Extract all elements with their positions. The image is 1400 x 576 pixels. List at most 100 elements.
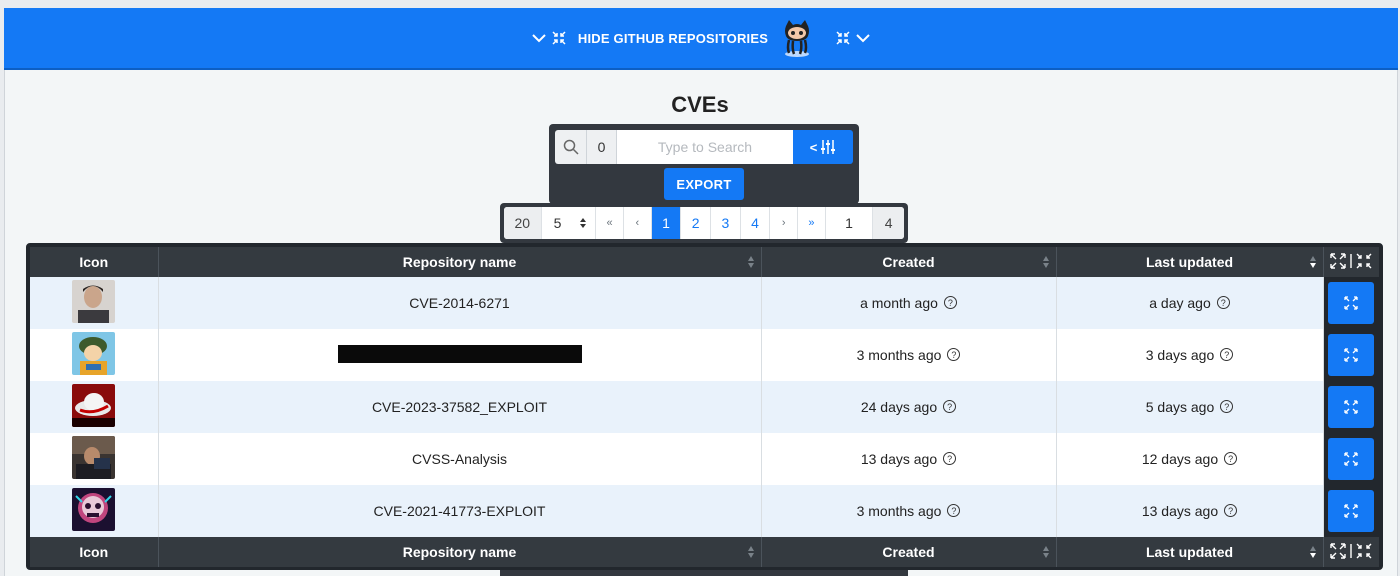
banner-left-icons xyxy=(532,31,566,45)
next-page-button[interactable]: › xyxy=(770,207,799,239)
first-page-button[interactable]: « xyxy=(596,207,624,239)
updated-value: 3 days ago xyxy=(1145,347,1215,363)
help-icon[interactable]: ? xyxy=(947,348,961,361)
repo-name-cell[interactable] xyxy=(158,329,762,381)
footer-expand-all[interactable] xyxy=(1323,537,1379,567)
help-icon[interactable]: ? xyxy=(1224,452,1238,465)
created-cell: 24 days ago? xyxy=(761,381,1057,433)
updated-value: a day ago xyxy=(1149,295,1211,311)
footer-repository-name-label: Repository name xyxy=(402,544,517,560)
header-last-updated-label: Last updated xyxy=(1145,254,1234,270)
rows-per-page: 20 xyxy=(504,207,542,239)
avatar[interactable] xyxy=(72,280,116,323)
chevron-down-icon xyxy=(532,34,546,43)
help-icon[interactable]: ? xyxy=(943,400,957,413)
prev-page-button[interactable]: ‹ xyxy=(624,207,652,239)
created-cell: a month ago? xyxy=(761,277,1057,329)
expand-collapse-all-icon[interactable] xyxy=(1330,252,1372,269)
search-bar: 0 < xyxy=(555,130,853,164)
total-pages: 4 xyxy=(873,207,904,239)
footer-last-updated[interactable]: Last updated xyxy=(1056,537,1324,567)
updated-value: 13 days ago xyxy=(1141,503,1219,519)
page-number-input[interactable]: 1 xyxy=(825,207,874,239)
icon-cell xyxy=(30,433,159,485)
expand-row-button[interactable] xyxy=(1328,334,1375,376)
updated-cell: 13 days ago? xyxy=(1056,485,1324,537)
avatar[interactable] xyxy=(72,332,116,375)
repo-name-cell[interactable]: CVE-2014-6271 xyxy=(158,277,762,329)
page-size-value: 5 xyxy=(553,215,562,231)
help-icon[interactable]: ? xyxy=(947,504,961,517)
expand-cell xyxy=(1323,433,1379,485)
footer-created-label: Created xyxy=(882,544,935,560)
footer-created[interactable]: Created xyxy=(761,537,1057,567)
header-icon: Icon xyxy=(30,247,159,277)
repositories-table: Icon Repository name Created Last update… xyxy=(30,247,1379,567)
header-repository-name-label: Repository name xyxy=(402,254,517,270)
created-cell: 3 months ago? xyxy=(761,329,1057,381)
repo-name-cell[interactable]: CVSS-Analysis xyxy=(158,433,762,485)
redacted-name xyxy=(337,344,582,363)
table-row: 3 months ago? 3 days ago? xyxy=(30,329,1379,381)
header-created[interactable]: Created xyxy=(761,247,1057,277)
avatar[interactable] xyxy=(72,488,116,531)
repo-name-cell[interactable]: CVE-2021-41773-EXPLOIT xyxy=(158,485,762,537)
help-icon[interactable]: ? xyxy=(1216,296,1230,309)
expand-row-button[interactable] xyxy=(1328,282,1375,324)
repo-name-cell[interactable]: CVE-2023-37582_EXPLOIT xyxy=(158,381,762,433)
created-value: a month ago xyxy=(860,295,938,311)
header-created-label: Created xyxy=(882,254,935,270)
footer-repository-name[interactable]: Repository name xyxy=(158,537,762,567)
sort-icon[interactable] xyxy=(747,545,755,559)
footer-icon: Icon xyxy=(30,537,159,567)
search-input[interactable] xyxy=(617,130,793,164)
sort-icon[interactable] xyxy=(1042,255,1050,269)
page-title: CVEs xyxy=(671,92,729,117)
help-icon[interactable]: ? xyxy=(1220,348,1234,361)
last-page-button[interactable]: » xyxy=(798,207,826,239)
header-last-updated[interactable]: Last updated xyxy=(1056,247,1324,277)
page-1-button[interactable]: 1 xyxy=(651,207,682,239)
icon-cell xyxy=(30,381,159,433)
table-row: CVE-2023-37582_EXPLOIT 24 days ago? 5 da… xyxy=(30,381,1379,433)
help-icon[interactable]: ? xyxy=(1220,400,1234,413)
avatar[interactable] xyxy=(72,436,116,479)
search-panel: 0 < EXPORT xyxy=(549,124,859,204)
table-row: CVE-2014-6271 a month ago? a day ago? xyxy=(30,277,1379,329)
header-expand-all[interactable] xyxy=(1323,247,1379,277)
sort-icon[interactable] xyxy=(747,255,755,269)
expand-cell xyxy=(1323,329,1379,381)
filter-toggle-button[interactable]: < xyxy=(793,130,853,164)
banner-right-icons xyxy=(836,31,870,45)
chevron-down-icon xyxy=(856,34,870,43)
expand-cell xyxy=(1323,381,1379,433)
sort-desc-icon[interactable] xyxy=(1309,545,1317,559)
created-cell: 3 months ago? xyxy=(761,485,1057,537)
table-row: CVSS-Analysis 13 days ago? 12 days ago? xyxy=(30,433,1379,485)
expand-row-button[interactable] xyxy=(1328,490,1375,532)
expand-icon xyxy=(1344,296,1358,310)
avatar[interactable] xyxy=(72,384,116,427)
search-icon xyxy=(555,130,587,164)
export-button[interactable]: EXPORT xyxy=(664,168,744,200)
help-icon[interactable]: ? xyxy=(1224,504,1238,517)
page-size-select[interactable]: 5 xyxy=(541,207,597,239)
page-2-button[interactable]: 2 xyxy=(681,207,712,239)
github-banner[interactable]: HIDE GITHUB REPOSITORIES xyxy=(4,8,1398,70)
search-result-count: 0 xyxy=(587,130,617,164)
expand-collapse-all-icon[interactable] xyxy=(1330,542,1372,559)
page-4-button[interactable]: 4 xyxy=(741,207,771,239)
help-icon[interactable]: ? xyxy=(943,296,957,309)
banner-label[interactable]: HIDE GITHUB REPOSITORIES xyxy=(578,31,768,46)
created-value: 3 months ago xyxy=(856,347,942,363)
expand-row-button[interactable] xyxy=(1328,438,1375,480)
footer-last-updated-label: Last updated xyxy=(1145,544,1234,560)
icon-cell xyxy=(30,277,159,329)
help-icon[interactable]: ? xyxy=(943,452,957,465)
expand-row-button[interactable] xyxy=(1328,386,1375,428)
sort-desc-icon[interactable] xyxy=(1309,255,1317,269)
sort-icon[interactable] xyxy=(1042,545,1050,559)
created-value: 13 days ago xyxy=(860,451,938,467)
page-3-button[interactable]: 3 xyxy=(711,207,741,239)
header-repository-name[interactable]: Repository name xyxy=(158,247,762,277)
